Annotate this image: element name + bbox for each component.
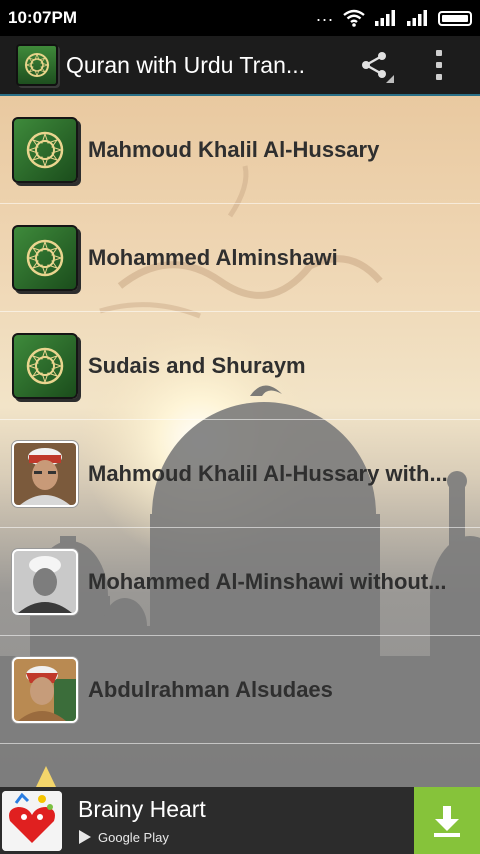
quran-book-icon [12,224,78,291]
list-item-label: Mahmoud Khalil Al-Hussary [88,136,380,162]
overflow-menu-button[interactable] [424,43,454,87]
battery-icon [438,10,472,26]
status-time: 10:07PM [8,8,77,27]
ad-download-button[interactable] [414,787,480,854]
signal-icon-2 [407,10,427,26]
quran-book-icon [12,332,78,399]
list-item-label: Mohammed Alminshawi [88,244,338,270]
google-play-icon [79,830,91,844]
signal-icon [375,10,395,26]
list-item[interactable]: Mahmoud Khalil Al-Hussary [0,96,480,204]
reciter-portrait [12,548,78,615]
action-bar: Quran with Urdu Tran... [0,36,480,96]
app-title: Quran with Urdu Tran... [66,51,306,78]
dropdown-corner-icon [386,75,394,83]
list-item-label: Mahmoud Khalil Al-Hussary with... [88,460,448,486]
reciter-portrait [12,656,78,723]
ad-store-label: Google Play [98,829,169,845]
overflow-dot [436,50,442,56]
list-item-label: Abdulrahman Alsudaes [88,676,333,702]
quran-app-icon[interactable] [16,44,58,86]
reciter-list: Mahmoud Khalil Al-Hussary Mohammed Almin… [0,96,480,744]
list-item[interactable]: Abdulrahman Alsudaes [0,636,480,744]
more-notifications-icon: ... [315,5,334,25]
list-item[interactable]: Mohammed Alminshawi [0,204,480,312]
content-area: Mahmoud Khalil Al-Hussary Mohammed Almin… [0,96,480,787]
list-item[interactable]: Mahmoud Khalil Al-Hussary with... [0,420,480,528]
overflow-dot [436,62,442,68]
ad-title: Brainy Heart [78,796,206,822]
status-icons: ... [315,5,472,27]
list-item[interactable]: Mohammed Al-Minshawi without... [0,528,480,636]
download-icon [434,805,460,837]
ad-text: Brainy Heart Google Play [78,796,206,845]
overflow-dot [436,74,442,80]
list-item-label: Sudais and Shuraym [88,352,306,378]
share-button[interactable] [352,43,396,87]
list-item[interactable]: Sudais and Shuraym [0,312,480,420]
quran-book-icon [12,116,78,183]
next-item-icon-peek [36,766,56,787]
status-bar: 10:07PM ... [0,0,480,36]
list-item-label: Mohammed Al-Minshawi without... [88,568,447,594]
ad-banner[interactable]: Brainy Heart Google Play [0,787,480,854]
ad-app-icon[interactable] [2,790,62,851]
wifi-icon [343,9,365,27]
ad-store: Google Play [78,829,206,845]
reciter-portrait [12,440,78,507]
